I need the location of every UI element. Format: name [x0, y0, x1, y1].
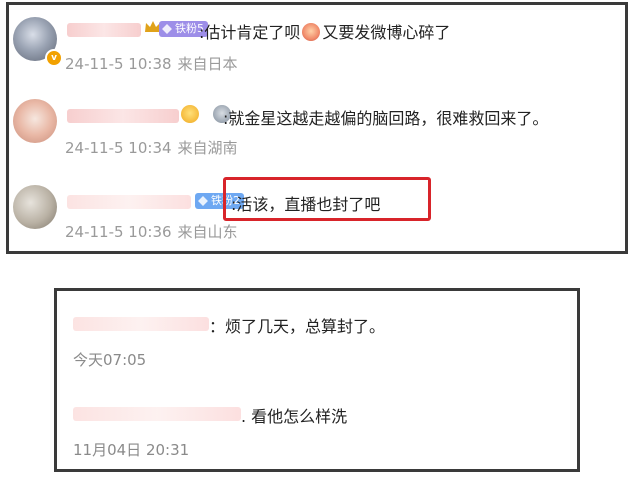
- comment-text: :估计肯定了呗 又要发微博心碎了: [199, 23, 451, 42]
- comment-meta: 24-11-5 10:34 来自湖南: [65, 139, 238, 157]
- blurred-username[interactable]: [67, 195, 191, 209]
- blurred-username[interactable]: [67, 23, 141, 37]
- blurred-username[interactable]: [67, 109, 179, 123]
- emoji-icon: [302, 23, 321, 41]
- emoji-icon: [181, 105, 199, 123]
- other-comments-panel: ：烦了几天，总算封了。 今天07:05 . 看他怎么样洗 11月04日 20:3…: [54, 288, 580, 472]
- comment-meta: 24-11-5 10:36 来自山东: [65, 223, 238, 241]
- comment-time: 今天07:05: [73, 351, 147, 369]
- comment-time: 11月04日 20:31: [73, 441, 190, 459]
- blurred-username[interactable]: [73, 317, 209, 331]
- avatar[interactable]: [13, 185, 57, 229]
- comment-text: . 看他怎么样洗: [241, 407, 348, 426]
- comment-text: :就金星这越走越偏的脑回路，很难救回来了。: [223, 109, 549, 128]
- avatar[interactable]: [13, 99, 57, 143]
- comment-meta: 24-11-5 10:38 来自日本: [65, 55, 238, 73]
- verified-badge-icon: v: [45, 49, 63, 67]
- comment-text: ：烦了几天，总算封了。: [209, 317, 386, 336]
- weibo-comments-panel: v 铁粉5 :估计肯定了呗 又要发微博心碎了 24-11-5 10:38 来自日本 …: [6, 2, 628, 254]
- blurred-username[interactable]: [73, 407, 241, 421]
- highlight-box: [223, 177, 431, 221]
